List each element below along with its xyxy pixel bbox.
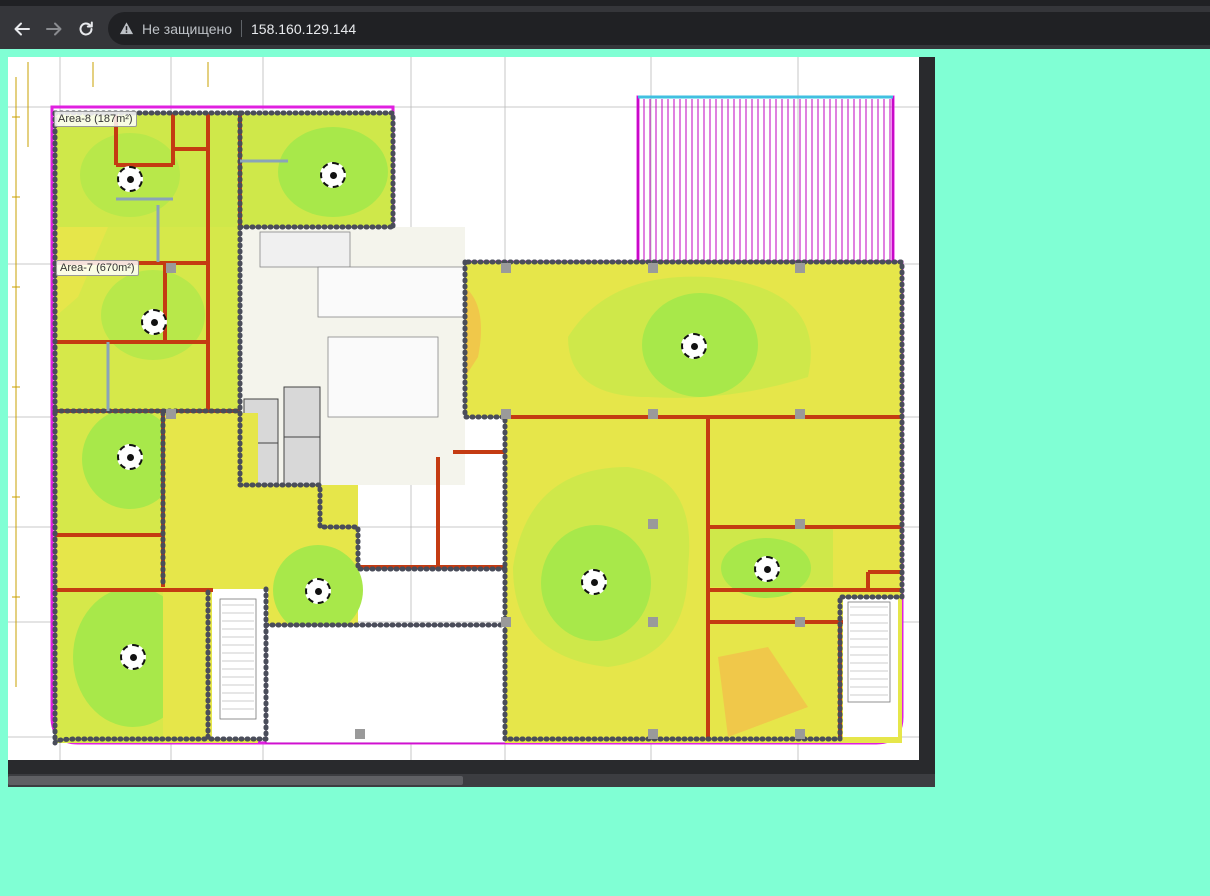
access-point-icon[interactable] <box>117 444 143 470</box>
south-east-coverage <box>505 417 902 743</box>
arrow-left-icon <box>14 22 30 36</box>
reload-button[interactable] <box>72 15 100 43</box>
canopy-hatching <box>637 95 894 262</box>
scrollbar-thumb[interactable] <box>8 776 463 785</box>
forward-button[interactable] <box>40 15 68 43</box>
back-button[interactable] <box>8 15 36 43</box>
security-status-label[interactable]: Не защищено <box>142 21 232 37</box>
central-core <box>240 227 469 486</box>
access-point-icon[interactable] <box>754 556 780 582</box>
url-text[interactable]: 158.160.129.144 <box>251 21 356 37</box>
warning-triangle-icon[interactable] <box>119 21 134 36</box>
address-bar[interactable]: Не защищено 158.160.129.144 <box>108 12 1210 45</box>
browser-toolbar: Не защищено 158.160.129.144 <box>0 0 1210 49</box>
access-point-icon[interactable] <box>117 166 143 192</box>
area-label-7[interactable]: Area-7 (670m²) <box>56 260 139 276</box>
address-separator <box>241 20 242 37</box>
access-point-icon[interactable] <box>141 309 167 335</box>
canopy-stripes <box>643 99 891 260</box>
reload-icon <box>79 21 93 36</box>
access-point-icon[interactable] <box>305 578 331 604</box>
horizontal-scrollbar[interactable] <box>8 774 935 787</box>
floor-plan-canvas[interactable]: Area-8 (187m²) Area-7 (670m²) <box>8 57 919 760</box>
area-label-8[interactable]: Area-8 (187m²) <box>54 111 137 127</box>
access-point-icon[interactable] <box>681 333 707 359</box>
arrow-right-icon <box>46 22 62 36</box>
image-viewer: Area-8 (187m²) Area-7 (670m²) <box>8 57 935 787</box>
access-point-icon[interactable] <box>581 569 607 595</box>
access-point-icon[interactable] <box>120 644 146 670</box>
access-point-icon[interactable] <box>320 162 346 188</box>
